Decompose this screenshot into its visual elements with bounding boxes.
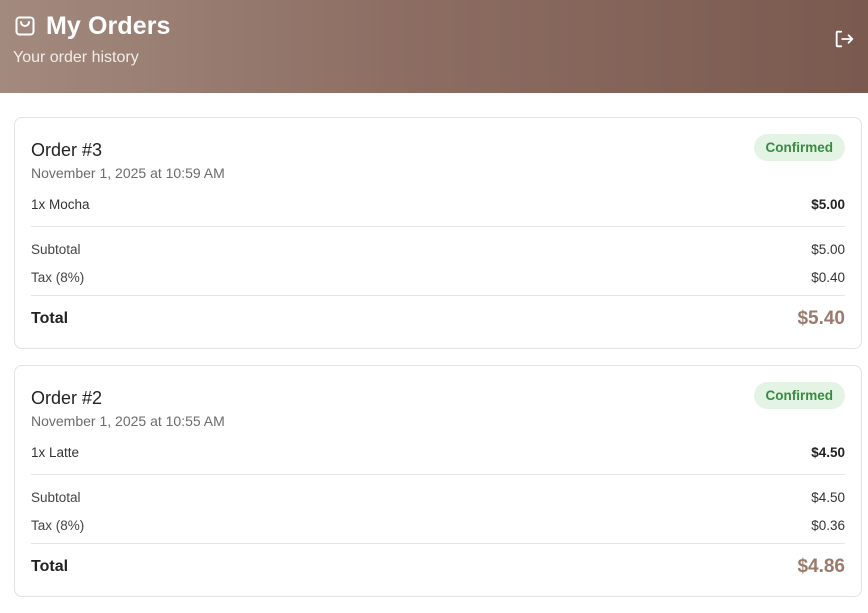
tax-value: $0.40: [811, 270, 845, 285]
divider: [31, 543, 845, 544]
total-label: Total: [31, 558, 69, 575]
subtotal-row: Subtotal $5.00: [31, 241, 845, 259]
order-card: Order #2 November 1, 2025 at 10:55 AM Co…: [14, 365, 862, 597]
order-date: November 1, 2025 at 10:59 AM: [31, 165, 225, 181]
subtotal-label: Subtotal: [31, 490, 81, 505]
total-value: $4.86: [797, 556, 845, 577]
orders-list: Order #3 November 1, 2025 at 10:59 AM Co…: [14, 117, 862, 613]
tax-label: Tax (8%): [31, 518, 85, 533]
order-title: Order #2: [31, 388, 103, 408]
subtotal-label: Subtotal: [31, 242, 81, 257]
tax-value: $0.36: [811, 518, 845, 533]
order-date: November 1, 2025 at 10:55 AM: [31, 413, 225, 429]
tax-label: Tax (8%): [31, 270, 85, 285]
total-value: $5.40: [797, 308, 845, 329]
item-price: $5.00: [811, 197, 845, 212]
order-card: Order #3 November 1, 2025 at 10:59 AM Co…: [14, 117, 862, 349]
total-row: Total $5.40: [31, 308, 845, 330]
total-row: Total $4.86: [31, 556, 845, 578]
status-badge: Confirmed: [753, 134, 845, 161]
item-price: $4.50: [811, 445, 845, 460]
item-label: 1x Latte: [31, 445, 80, 460]
shopping-bag-icon: [13, 14, 37, 38]
divider: [31, 474, 845, 475]
total-label: Total: [31, 310, 69, 327]
order-item-row: 1x Latte $4.50: [31, 444, 845, 462]
divider: [31, 226, 845, 227]
subtotal-row: Subtotal $4.50: [31, 489, 845, 507]
page-header: My Orders Your order history: [0, 0, 868, 93]
order-title: Order #3: [31, 140, 103, 160]
page-subtitle: Your order history: [13, 49, 139, 66]
subtotal-value: $4.50: [811, 490, 845, 505]
status-badge: Confirmed: [753, 382, 845, 409]
tax-row: Tax (8%) $0.36: [31, 517, 845, 535]
tax-row: Tax (8%) $0.40: [31, 269, 845, 287]
divider: [31, 295, 845, 296]
subtotal-value: $5.00: [811, 242, 845, 257]
order-item-row: 1x Mocha $5.00: [31, 196, 845, 214]
logout-icon: [833, 28, 855, 50]
logout-button[interactable]: [833, 28, 855, 50]
header-title-row: My Orders: [13, 12, 171, 40]
item-label: 1x Mocha: [31, 197, 90, 212]
page-title: My Orders: [46, 12, 171, 40]
